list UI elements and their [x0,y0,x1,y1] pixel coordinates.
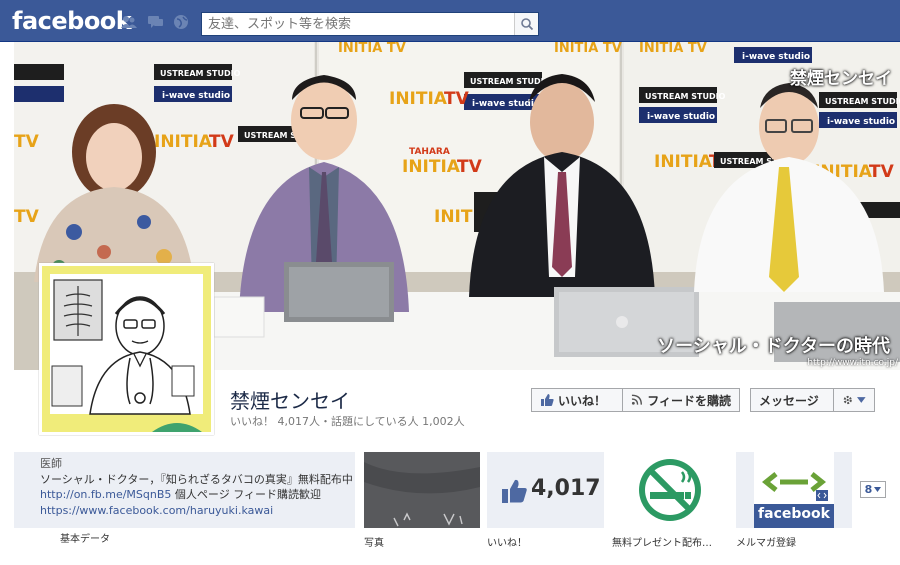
svg-text:USTREAM STUDIO: USTREAM STUDIO [160,69,241,78]
cover-title: 禁煙センセイ [790,69,892,89]
like-button[interactable]: いいね！ [531,388,622,412]
doctor-sketch-image [42,266,211,432]
friend-requests-icon[interactable] [120,13,138,31]
free-gift-tile-label[interactable]: 無料プレゼント配布… [612,534,728,549]
likes-tile-label[interactable]: いいね！ [487,534,527,549]
svg-text:INITIA: INITIA [654,152,713,172]
svg-text:INITIA TV: INITIA TV [338,42,406,56]
svg-text:i-wave studio: i-wave studio [162,91,230,101]
newsletter-logo-text: facebook [758,506,830,522]
page-title[interactable]: 禁煙センセイ [230,385,350,414]
message-button[interactable]: メッセージ [750,388,833,412]
subscribe-button-label: フィードを購読 [647,393,731,408]
page-stats: いいね！ 4,017人・話題にしている人 1,002人 [230,415,465,428]
cover-subtitle: ソーシャル・ドクターの時代 [657,336,890,357]
svg-text:INITIA: INITIA [389,89,448,109]
svg-text:TV: TV [14,132,40,152]
svg-text:TAHARA: TAHARA [409,147,450,157]
svg-text:USTREAM STUDIO: USTREAM STUDIO [825,97,900,106]
svg-text:TV: TV [457,157,483,177]
svg-text:INITIA: INITIA [154,132,213,152]
about-link-line: http://on.fb.me/MSqnB5 個人ページ フィード購読歓迎 [40,487,355,503]
svg-text:TV: TV [869,162,895,182]
profile-picture[interactable] [39,263,214,435]
thumbs-up-icon [541,394,554,406]
newsletter-tile-label[interactable]: メルマガ登録 [736,534,796,549]
photos-tile[interactable] [364,452,480,528]
likes-tile[interactable]: 4,017 [487,452,604,528]
top-navigation-bar: facebook [0,0,900,42]
likes-count: 4,017 [531,476,601,501]
gear-icon [843,395,852,405]
photos-tile-label[interactable]: 写真 [364,534,384,549]
cover-url: http://www.itn.co.jp/ [807,358,898,368]
short-link[interactable]: http://on.fb.me/MSqnB5 [40,488,171,501]
subscribe-button[interactable]: フィードを購読 [622,388,740,412]
svg-text:i-wave studio: i-wave studio [827,117,895,127]
search-icon [521,18,534,31]
page-category: 医師 [40,457,62,470]
settings-dropdown-button[interactable] [833,388,875,412]
newsletter-tile[interactable]: facebook [736,452,852,528]
personal-page-link[interactable]: https://www.facebook.com/haruyuki.kawai [40,503,355,519]
about-section[interactable]: 医師 ソーシャル・ドクター，『知られざるタバコの真実』無料配布中 http://… [14,452,355,528]
basic-info-tab[interactable]: 基本データ [60,530,110,545]
chevron-down-icon [874,487,882,492]
about-description: ソーシャル・ドクター，『知られざるタバコの真実』無料配布中 [40,472,353,486]
svg-text:i-wave studio: i-wave studio [742,52,810,62]
notifications-globe-icon[interactable] [172,13,190,31]
messages-icon[interactable] [146,13,164,31]
search-input[interactable] [202,13,514,35]
search-button[interactable] [514,13,538,35]
about-link-suffix: 個人ページ フィード購読歓迎 [171,488,321,501]
svg-text:TV: TV [209,132,235,152]
no-smoking-image [612,452,728,528]
rss-feed-icon [631,394,643,405]
photo-thumbnail [364,452,480,528]
chevron-down-icon [857,397,866,403]
svg-text:TV: TV [444,89,470,109]
svg-text:INITIA TV: INITIA TV [554,42,622,56]
svg-text:i-wave studio: i-wave studio [647,112,715,122]
svg-text:INITIA TV: INITIA TV [639,42,707,56]
message-button-label: メッセージ [759,393,819,408]
svg-text:USTREAM STUDIO: USTREAM STUDIO [645,92,726,101]
notification-jewels [120,13,190,31]
svg-text:TV: TV [14,207,40,227]
free-gift-tile[interactable] [612,452,728,528]
more-apps-count: 8 [864,483,873,496]
facebook-logo[interactable]: facebook [12,7,132,35]
more-apps-button[interactable]: 8 [860,481,886,498]
thumbs-up-icon [502,479,527,503]
like-button-label: いいね！ [558,393,607,408]
search-box [201,12,539,36]
svg-text:INITIA: INITIA [402,157,461,177]
